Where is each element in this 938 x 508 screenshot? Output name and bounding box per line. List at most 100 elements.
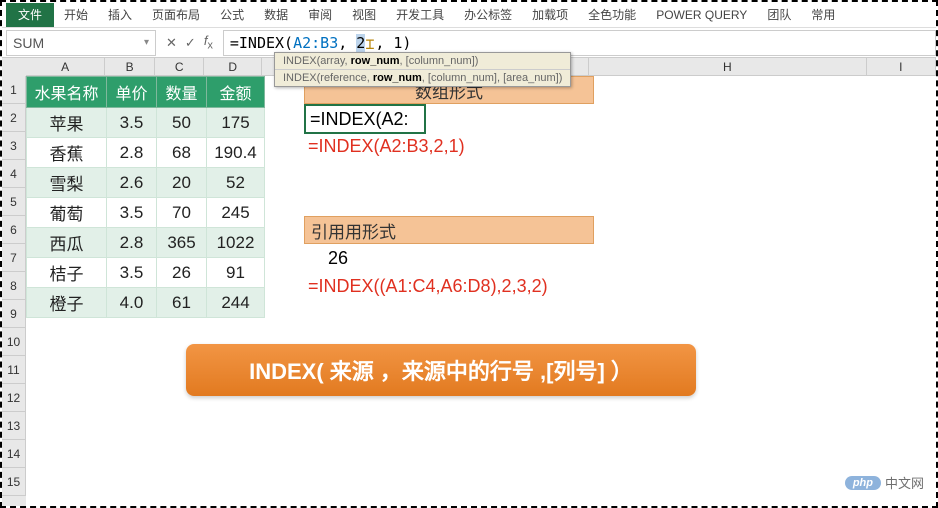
text-cursor-icon: [365, 35, 375, 51]
table-cell[interactable]: 3.5: [107, 108, 157, 138]
ribbon-tab-insert[interactable]: 插入: [98, 2, 142, 27]
col-header[interactable]: I: [867, 58, 936, 76]
table-cell[interactable]: 桔子: [27, 258, 107, 288]
row-header[interactable]: 7: [2, 244, 26, 272]
row-header[interactable]: 9: [2, 300, 26, 328]
row-header[interactable]: 5: [2, 188, 26, 216]
table-cell[interactable]: 91: [207, 258, 265, 288]
ribbon-tab-view[interactable]: 视图: [342, 2, 386, 27]
table-row: 香蕉2.868190.4: [27, 138, 265, 168]
col-header[interactable]: C: [155, 58, 205, 76]
ribbon: 文件 开始 插入 页面布局 公式 数据 审阅 视图 开发工具 办公标签 加载项 …: [2, 2, 936, 28]
value-cell: 26: [324, 244, 352, 272]
table-cell[interactable]: 190.4: [207, 138, 265, 168]
table-cell[interactable]: 2.6: [107, 168, 157, 198]
table-cell[interactable]: 245: [207, 198, 265, 228]
name-box-value: SUM: [13, 35, 44, 51]
table-cell[interactable]: 50: [157, 108, 207, 138]
table-row: 苹果3.550175: [27, 108, 265, 138]
table-cell[interactable]: 苹果: [27, 108, 107, 138]
name-box[interactable]: SUM ▾: [6, 30, 156, 56]
table-header: 数量: [157, 77, 207, 108]
table-cell[interactable]: 70: [157, 198, 207, 228]
fx-icon[interactable]: fx: [204, 33, 213, 52]
ribbon-tab-addins[interactable]: 加载项: [522, 2, 578, 27]
row-header[interactable]: 6: [2, 216, 26, 244]
table-row: 雪梨2.62052: [27, 168, 265, 198]
formula-bar-controls: ✕ ✓ fx: [156, 33, 223, 52]
row-header[interactable]: 4: [2, 160, 26, 188]
section-header-ref: 引用用形式: [304, 216, 594, 244]
col-header[interactable]: D: [204, 58, 262, 76]
ribbon-tab-layout[interactable]: 页面布局: [142, 2, 210, 27]
row-header[interactable]: 1: [2, 76, 26, 104]
ribbon-tab-formulas[interactable]: 公式: [210, 2, 254, 27]
ribbon-tab-common[interactable]: 常用: [801, 2, 845, 27]
row-header[interactable]: 2: [2, 104, 26, 132]
row-header[interactable]: 14: [2, 440, 26, 468]
table-cell[interactable]: 香蕉: [27, 138, 107, 168]
ribbon-tab-team[interactable]: 团队: [757, 2, 801, 27]
formula-text: =INDEX(A2:B3, 2, 1): [230, 34, 412, 52]
table-cell[interactable]: 3.5: [107, 258, 157, 288]
grid-area: ABCDEFGHI 123456789101112131415 水果名称单价数量…: [2, 58, 936, 506]
table-cell[interactable]: 1022: [207, 228, 265, 258]
table-row: 桔子3.52691: [27, 258, 265, 288]
syntax-banner: INDEX( 来源 ，来源中的行号 ,[列号] ）: [186, 344, 696, 396]
watermark-text: 中文网: [885, 473, 924, 492]
ribbon-tab-pq[interactable]: POWER QUERY: [646, 4, 757, 26]
row-header[interactable]: 11: [2, 356, 26, 384]
ribbon-tab-developer[interactable]: 开发工具: [386, 2, 454, 27]
editing-cell[interactable]: =INDEX(A2:: [304, 104, 426, 134]
function-tooltip: INDEX(array, row_num, [column_num]) INDE…: [274, 52, 571, 87]
row-header[interactable]: 3: [2, 132, 26, 160]
row-header[interactable]: 8: [2, 272, 26, 300]
row-header[interactable]: 12: [2, 384, 26, 412]
table-cell[interactable]: 葡萄: [27, 198, 107, 228]
table-header: 单价: [107, 77, 157, 108]
table-cell[interactable]: 61: [157, 288, 207, 318]
row-header[interactable]: 10: [2, 328, 26, 356]
tooltip-line[interactable]: INDEX(array, row_num, [column_num]): [275, 53, 570, 70]
table-cell[interactable]: 雪梨: [27, 168, 107, 198]
ribbon-tab-home[interactable]: 开始: [54, 2, 98, 27]
table-cell[interactable]: 175: [207, 108, 265, 138]
row-header[interactable]: 15: [2, 468, 26, 496]
table-cell[interactable]: 2.8: [107, 138, 157, 168]
file-tab[interactable]: 文件: [6, 3, 54, 27]
row-header[interactable]: 13: [2, 412, 26, 440]
table-cell[interactable]: 26: [157, 258, 207, 288]
col-header[interactable]: H: [589, 58, 867, 76]
ribbon-tab-review[interactable]: 审阅: [298, 2, 342, 27]
table-header: 金额: [207, 77, 265, 108]
row-headers: 123456789101112131415: [2, 58, 26, 506]
ribbon-tab-color[interactable]: 全色功能: [578, 2, 646, 27]
col-header[interactable]: B: [105, 58, 155, 76]
table-row: 橙子4.061244: [27, 288, 265, 318]
table-cell[interactable]: 20: [157, 168, 207, 198]
table-cell[interactable]: 365: [157, 228, 207, 258]
cancel-icon[interactable]: ✕: [166, 35, 177, 51]
table-cell[interactable]: 橙子: [27, 288, 107, 318]
formula-result-2: =INDEX((A1:C4,A6:D8),2,3,2): [304, 272, 552, 300]
table-cell[interactable]: 3.5: [107, 198, 157, 228]
confirm-icon[interactable]: ✓: [185, 35, 196, 51]
table-row: 葡萄3.570245: [27, 198, 265, 228]
table-cell[interactable]: 西瓜: [27, 228, 107, 258]
tooltip-line[interactable]: INDEX(reference, row_num, [column_num], …: [275, 70, 570, 86]
banner-text: INDEX( 来源 ，来源中的行号 ,[列号] ）: [249, 354, 633, 386]
table-cell[interactable]: 68: [157, 138, 207, 168]
ribbon-tab-data[interactable]: 数据: [254, 2, 298, 27]
formula-result-1: =INDEX(A2:B3,2,1): [304, 132, 469, 160]
table-cell[interactable]: 2.8: [107, 228, 157, 258]
col-header[interactable]: A: [26, 58, 105, 76]
table-cell[interactable]: 4.0: [107, 288, 157, 318]
fruit-table: 水果名称单价数量金额 苹果3.550175香蕉2.868190.4雪梨2.620…: [26, 76, 265, 318]
table-cell[interactable]: 52: [207, 168, 265, 198]
table-header: 水果名称: [27, 77, 107, 108]
table-row: 西瓜2.83651022: [27, 228, 265, 258]
chevron-down-icon[interactable]: ▾: [144, 37, 149, 48]
watermark-badge: php: [845, 476, 881, 490]
table-cell[interactable]: 244: [207, 288, 265, 318]
ribbon-tab-office[interactable]: 办公标签: [454, 2, 522, 27]
